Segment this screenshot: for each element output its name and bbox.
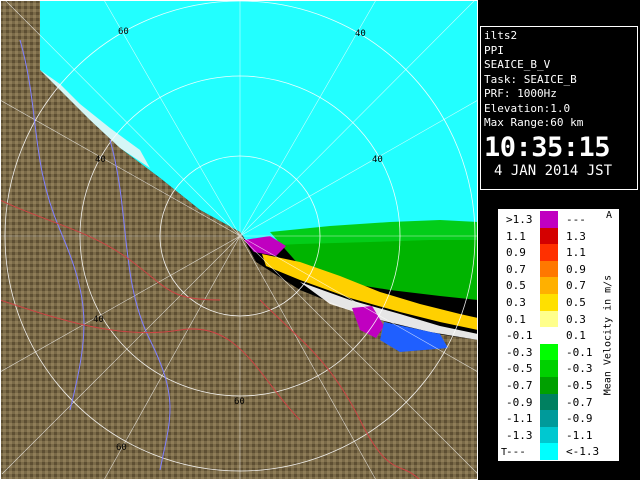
legend-row-lower-label: 0.7 [506,262,526,276]
legend-color-swatch [540,277,558,295]
legend-row-upper-label: <-1.3 [566,445,600,459]
site-name: ilts2 [484,29,518,42]
scan-info-panel: ilts2 PPI SEAICE_B_V Task: SEAICE_B PRF:… [480,26,638,190]
legend-color-swatch [540,244,558,262]
legend-color-swatch [540,343,558,361]
legend-color-swatch [540,360,558,378]
task-name: Task: SEAICE_B [484,72,577,86]
range-label: 60 [234,397,245,407]
legend-row-upper-label: -0.5 [566,379,593,392]
range-label: 40 [95,155,106,165]
max-range-value: Max Range:60 km [484,116,584,129]
legend-row-lower-label: -0.5 [506,362,533,376]
legend-row-lower-label: -0.1 [506,329,533,343]
legend-row-lower-label: 0.9 [506,246,526,260]
legend-row-upper-label: 1.1 [566,246,586,260]
legend-row-upper-label: -0.9 [566,412,593,426]
legend-row-lower-label: >1.3 [506,213,533,226]
legend-row-upper-label: -0.1 [566,345,593,359]
range-label: 40 [355,29,366,39]
legend-color-swatch [540,294,558,311]
legend-color-swatch [540,310,558,328]
legend-color-swatch [540,260,558,278]
scan-date: 4 JAN 2014 JST [494,162,613,179]
legend-row-lower-label: 0.1 [506,312,526,326]
legend-color-swatch [540,211,558,228]
legend-row-lower-label: -0.3 [506,345,533,359]
velocity-color-legend: >1.3 --- 1.1 1.3 0.9 1.1 0.7 0.9 0.5 0.7 0.3 0.5 0.1… [498,209,619,461]
legend-color-swatch [540,426,558,444]
legend-title: Mean Velocity in m/s [598,209,618,461]
range-label: 60 [118,27,129,37]
radar-ppi-display: 60 40 40 40 40 60 60 [0,0,478,480]
legend-row-upper-label: 1.3 [566,229,586,243]
legend-row-lower-label: 1.1 [506,229,526,243]
legend-row-lower-label: --- [506,445,526,459]
legend-row-lower-label: 0.3 [506,296,526,309]
legend-row-lower-label: -1.1 [506,412,533,426]
legend-row-upper-label: -0.3 [566,362,593,376]
legend-color-swatch [540,377,558,394]
legend-row-upper-label: 0.9 [566,262,586,276]
legend-corner-top: A [606,210,613,221]
legend-row-lower-label: -0.7 [506,379,533,392]
legend-corner-bottom: T [501,447,508,458]
legend-color-swatch [540,327,558,345]
legend-row-upper-label: 0.1 [566,329,586,343]
legend-row-upper-label: --- [566,213,586,226]
elevation-value: Elevation:1.0 [484,101,571,115]
range-label: 60 [116,443,127,453]
legend-row-upper-label: 0.3 [566,312,586,326]
legend-title-text: Mean Velocity in m/s [602,274,614,396]
legend-color-swatch [540,410,558,428]
legend-row-upper-label: -1.1 [566,428,593,442]
legend-color-swatch [540,393,558,411]
legend-row-lower-label: 0.5 [506,279,526,293]
legend-row-upper-label: 0.7 [566,279,586,293]
scan-mode: PPI [484,43,504,57]
legend-row-lower-label: -0.9 [506,395,533,409]
legend-row-upper-label: -0.7 [566,395,593,409]
legend-row-upper-label: 0.5 [566,296,586,309]
product-name: SEAICE_B_V [484,58,551,71]
legend-color-swatch [540,443,558,461]
scan-time: 10:35:15 [484,131,611,163]
range-label: 40 [372,155,383,165]
prf-value: PRF: 1000Hz [484,87,557,100]
legend-row-lower-label: -1.3 [506,428,533,442]
range-label: 40 [93,315,104,325]
legend-color-swatch [540,227,558,245]
